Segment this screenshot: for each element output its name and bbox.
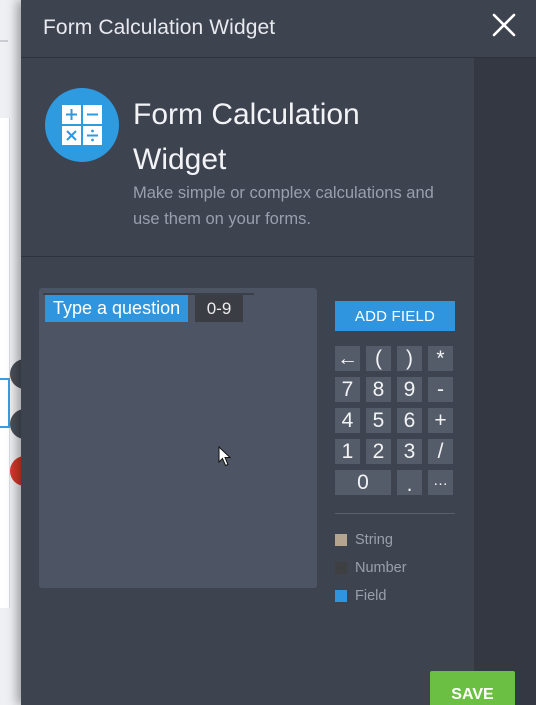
- widget-modal: Form Calculation Widget Form Calculation…: [21, 0, 536, 705]
- close-paren-key[interactable]: ): [397, 346, 422, 371]
- close-icon[interactable]: [490, 11, 518, 39]
- widget-intro: Form Calculation Widget Make simple or c…: [21, 58, 474, 257]
- backspace-key[interactable]: ←: [335, 346, 360, 371]
- key-7[interactable]: 7: [335, 377, 360, 402]
- key-5[interactable]: 5: [366, 408, 391, 433]
- key-0[interactable]: 0: [335, 470, 391, 495]
- add-field-button[interactable]: ADD FIELD: [335, 301, 455, 331]
- widget-description: Make simple or complex calculations and …: [133, 184, 434, 228]
- mouse-pointer-icon: [218, 445, 232, 468]
- open-paren-key[interactable]: (: [366, 346, 391, 371]
- legend-swatch: [335, 590, 347, 602]
- formula-editor[interactable]: Type a question 0-9: [39, 288, 317, 588]
- modal-header: Form Calculation Widget: [21, 0, 536, 58]
- modal-title: Form Calculation Widget: [43, 16, 276, 39]
- decimal-key[interactable]: .: [397, 470, 422, 496]
- legend-swatch: [335, 534, 347, 546]
- minus-key[interactable]: -: [428, 377, 453, 402]
- field-token[interactable]: Type a question: [45, 295, 189, 322]
- keypad-divider: [335, 513, 455, 514]
- divide-key[interactable]: /: [428, 439, 453, 464]
- key-3[interactable]: 3: [397, 439, 422, 464]
- calculator-icon: [45, 88, 119, 162]
- more-key[interactable]: …: [428, 470, 453, 495]
- legend-label: Field: [355, 588, 387, 604]
- legend-swatch: [335, 562, 347, 574]
- background-form-card: [0, 118, 10, 608]
- key-8[interactable]: 8: [366, 377, 391, 402]
- number-token[interactable]: 0-9: [195, 295, 243, 322]
- background-selected-field: [0, 378, 10, 428]
- multiply-key[interactable]: *: [428, 346, 453, 371]
- plus-key[interactable]: +: [428, 408, 453, 433]
- legend-label: Number: [355, 560, 407, 576]
- panel-side-strip: [474, 58, 536, 705]
- key-1[interactable]: 1: [335, 439, 360, 464]
- legend-label: String: [355, 532, 393, 548]
- key-6[interactable]: 6: [397, 408, 422, 433]
- key-2[interactable]: 2: [366, 439, 391, 464]
- save-button[interactable]: SAVE: [430, 671, 515, 705]
- background-divider: [0, 40, 8, 42]
- key-9[interactable]: 9: [397, 377, 422, 402]
- widget-heading: Form Calculation Widget: [133, 98, 360, 176]
- key-4[interactable]: 4: [335, 408, 360, 433]
